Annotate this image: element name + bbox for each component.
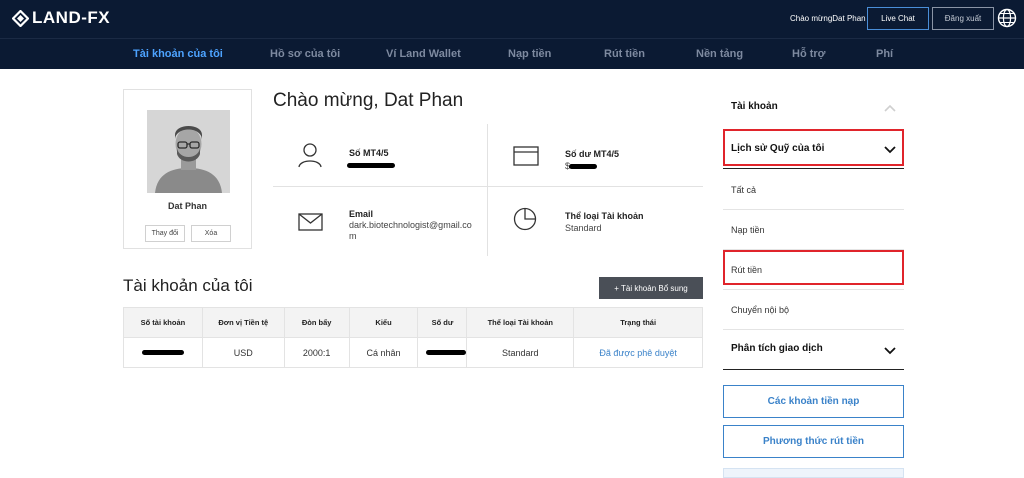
cell-account-number [123, 337, 203, 368]
nav-support[interactable]: Hỗ trợ [792, 48, 825, 60]
change-photo-button[interactable]: Thay đổi [145, 225, 185, 242]
highlight-fund-history [723, 129, 904, 166]
sidebar-trade-analysis[interactable]: Phân tích giao dịch [723, 330, 904, 370]
nav-fees[interactable]: Phí [876, 48, 893, 60]
account-info-grid: Số MT4/5 Số dư MT4/5 $ Email dark.biotec… [273, 124, 703, 256]
avatar [147, 110, 230, 193]
account-type-label: Thể loại Tài khoản [565, 211, 644, 221]
nav-deposit[interactable]: Nạp tiền [508, 48, 551, 60]
nav-withdraw[interactable]: Rút tiền [604, 48, 645, 60]
sidebar-heading: Tài khoản [731, 101, 778, 112]
accounts-section-title: Tài khoản của tôi [123, 276, 253, 295]
cell-account-type: Standard [466, 337, 575, 368]
col-leverage: Đòn bẩy [283, 307, 350, 338]
cell-currency: USD [201, 337, 285, 368]
balance-label: Số dư MT4/5 [565, 149, 620, 159]
profile-card: Dat Phan Thay đổi Xóa [123, 89, 252, 249]
withdraw-methods-button[interactable]: Phương thức rút tiền [723, 425, 904, 458]
redacted-mt-number [347, 163, 395, 168]
add-account-button[interactable]: + Tài khoản Bổ sung [599, 277, 703, 299]
nav-my-profile[interactable]: Hồ sơ của tôi [270, 48, 340, 60]
chevron-up-icon[interactable] [884, 104, 896, 112]
sidebar-item-internal-transfer[interactable]: Chuyển nội bộ [723, 290, 904, 330]
redacted-balance [569, 164, 597, 169]
logout-button[interactable]: Đăng xuất [932, 7, 994, 30]
table-row: USD 2000:1 Cá nhân Standard Đã được phê … [123, 337, 703, 368]
avatar-silhouette-icon [147, 110, 230, 193]
col-account-number: Số tài khoản [123, 307, 203, 338]
accounts-table: Số tài khoản Đơn vị Tiền tệ Đòn bẩy Kiểu… [123, 307, 703, 368]
redacted-account-number [142, 350, 184, 355]
grid-divider-vertical [487, 124, 488, 256]
main-nav: Tài khoản của tôi Hồ sơ của tôi Ví Land … [0, 38, 1024, 69]
chevron-down-icon [884, 347, 896, 355]
cell-leverage: 2000:1 [283, 337, 350, 368]
email-label: Email [349, 209, 374, 219]
nav-platform[interactable]: Nền tảng [696, 48, 743, 60]
pie-chart-icon [513, 207, 537, 231]
trade-analysis-label: Phân tích giao dịch [731, 343, 823, 354]
logo-diamond-icon [12, 9, 29, 27]
col-currency: Đơn vị Tiền tệ [201, 307, 285, 338]
page-title: Chào mừng, Dat Phan [273, 90, 464, 111]
table-header-row: Số tài khoản Đơn vị Tiền tệ Đòn bẩy Kiểu… [123, 307, 703, 338]
profile-name: Dat Phan [167, 201, 207, 211]
brand-logo[interactable]: LAND-FX [12, 8, 110, 28]
col-balance: Số dư [417, 307, 468, 338]
brand-name: LAND-FX [32, 8, 111, 27]
sidebar-item-label: Tất cả [731, 185, 757, 195]
cell-balance [417, 337, 468, 368]
col-status: Trạng thái [573, 307, 703, 338]
col-kind: Kiểu [348, 307, 419, 338]
highlight-withdraw [723, 250, 904, 285]
nav-land-wallet[interactable]: Ví Land Wallet [386, 48, 461, 60]
col-account-type: Thể loại Tài khoản [466, 307, 575, 338]
delete-photo-button[interactable]: Xóa [191, 225, 231, 242]
sidebar-header[interactable]: Tài khoản [723, 90, 904, 125]
globe-icon[interactable] [997, 8, 1017, 28]
email-value: dark.biotechnologist@gmail.com [349, 220, 472, 241]
deposits-button[interactable]: Các khoản tiền nạp [723, 385, 904, 418]
sidebar-item-deposit[interactable]: Nạp tiền [723, 210, 904, 250]
redacted-row-balance [426, 350, 467, 355]
mt-number-label: Số MT4/5 [349, 148, 389, 158]
mail-icon [298, 213, 323, 231]
nav-my-account[interactable]: Tài khoản của tôi [133, 48, 223, 60]
sidebar-item-label: Nạp tiền [731, 225, 765, 235]
grid-divider-horizontal [273, 186, 703, 187]
top-bar: LAND-FX Chào mừngDat Phan Live Chat Đăng… [0, 0, 1024, 38]
cell-kind: Cá nhân [348, 337, 419, 368]
sidebar-item-all[interactable]: Tất cả [723, 170, 904, 210]
card-icon [513, 146, 539, 166]
live-chat-button[interactable]: Live Chat [867, 7, 929, 30]
sidebar-item-label: Chuyển nội bộ [731, 305, 790, 315]
greeting-text: Chào mừngDat Phan [790, 14, 866, 23]
status-link[interactable]: Đã được phê duyệt [599, 348, 676, 358]
cell-status: Đã được phê duyệt [573, 337, 703, 368]
user-icon [298, 143, 322, 168]
account-type-value: Standard [565, 223, 602, 233]
